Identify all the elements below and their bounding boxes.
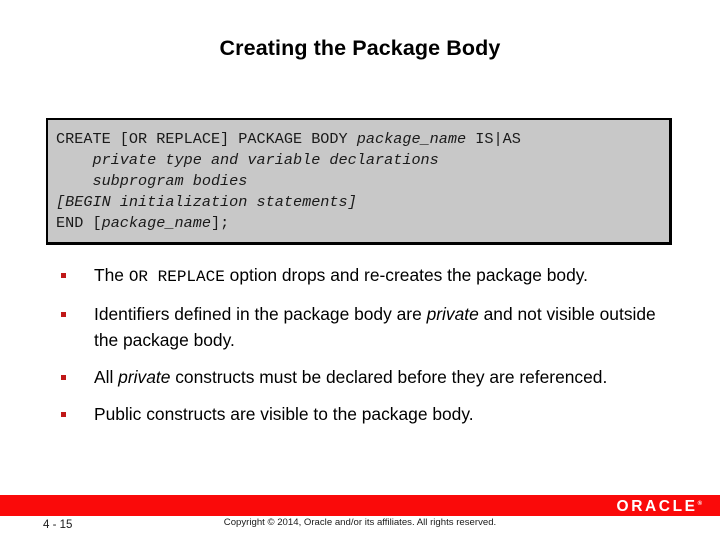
list-item: The OR REPLACE option drops and re-creat… bbox=[58, 262, 670, 291]
text-run: All bbox=[94, 366, 119, 387]
square-bullet-icon bbox=[58, 301, 94, 328]
text-run: END [ bbox=[56, 214, 102, 232]
text-run: IS|AS bbox=[466, 130, 521, 148]
list-item: Identifiers defined in the package body … bbox=[58, 301, 670, 354]
code-block-content: CREATE [OR REPLACE] PACKAGE BODY package… bbox=[56, 129, 667, 234]
list-item-label: Identifiers defined in the package body … bbox=[94, 301, 670, 354]
bullet-dot bbox=[61, 311, 66, 317]
list-item: Public constructs are visible to the pac… bbox=[58, 401, 670, 428]
emphasis-text: private bbox=[426, 303, 479, 324]
emphasis-text: package_name bbox=[356, 130, 467, 148]
list-item-label: All private constructs must be declared … bbox=[94, 364, 670, 391]
text-run: CREATE [OR REPLACE] PACKAGE BODY bbox=[56, 130, 357, 148]
square-bullet-icon bbox=[58, 401, 94, 428]
code-line: subprogram bodies bbox=[56, 171, 667, 192]
square-bullet-icon bbox=[58, 262, 94, 289]
syntax-code-box: CREATE [OR REPLACE] PACKAGE BODY package… bbox=[46, 118, 672, 245]
list-item-label: Public constructs are visible to the pac… bbox=[94, 401, 670, 428]
text-run: Public constructs are visible to the pac… bbox=[94, 403, 474, 424]
presentation-slide: Creating the Package Body CREATE [OR REP… bbox=[0, 0, 720, 540]
copyright-notice: Copyright © 2014, Oracle and/or its affi… bbox=[223, 517, 497, 528]
text-run: Identifiers defined in the package body … bbox=[94, 303, 427, 324]
code-line: [BEGIN initialization statements] bbox=[56, 192, 667, 213]
bullet-list: The OR REPLACE option drops and re-creat… bbox=[58, 262, 670, 438]
oracle-logo: ORACLE® bbox=[617, 498, 702, 516]
page-number: 4 - 15 bbox=[43, 519, 73, 531]
bullet-dot bbox=[61, 273, 66, 279]
code-line: private type and variable declarations bbox=[56, 150, 667, 171]
text-run: option drops and re-creates the package … bbox=[224, 265, 589, 285]
code-line: CREATE [OR REPLACE] PACKAGE BODY package… bbox=[56, 129, 667, 150]
emphasis-text: private bbox=[118, 366, 171, 387]
list-item-label: The OR REPLACE option drops and re-creat… bbox=[94, 262, 670, 291]
list-item: All private constructs must be declared … bbox=[58, 364, 670, 391]
emphasis-text: subprogram bodies bbox=[56, 172, 248, 190]
bullet-dot bbox=[61, 374, 66, 380]
emphasis-text: private type and variable declarations bbox=[56, 151, 439, 169]
text-run: ]; bbox=[210, 214, 230, 232]
emphasis-text: package_name bbox=[101, 214, 211, 232]
footer-red-bar bbox=[0, 495, 720, 516]
bullet-dot bbox=[61, 411, 66, 417]
text-run: The bbox=[94, 265, 129, 285]
oracle-logo-text: ORACLE bbox=[616, 498, 698, 515]
text-run: constructs must be declared before they … bbox=[170, 366, 608, 387]
code-line: END [package_name]; bbox=[56, 213, 667, 234]
oracle-logo-trademark-icon: ® bbox=[697, 500, 702, 507]
page-title: Creating the Package Body bbox=[219, 36, 501, 60]
square-bullet-icon bbox=[58, 364, 94, 391]
code-keyword: OR REPLACE bbox=[128, 268, 225, 286]
emphasis-text: [BEGIN initialization statements] bbox=[56, 193, 357, 211]
